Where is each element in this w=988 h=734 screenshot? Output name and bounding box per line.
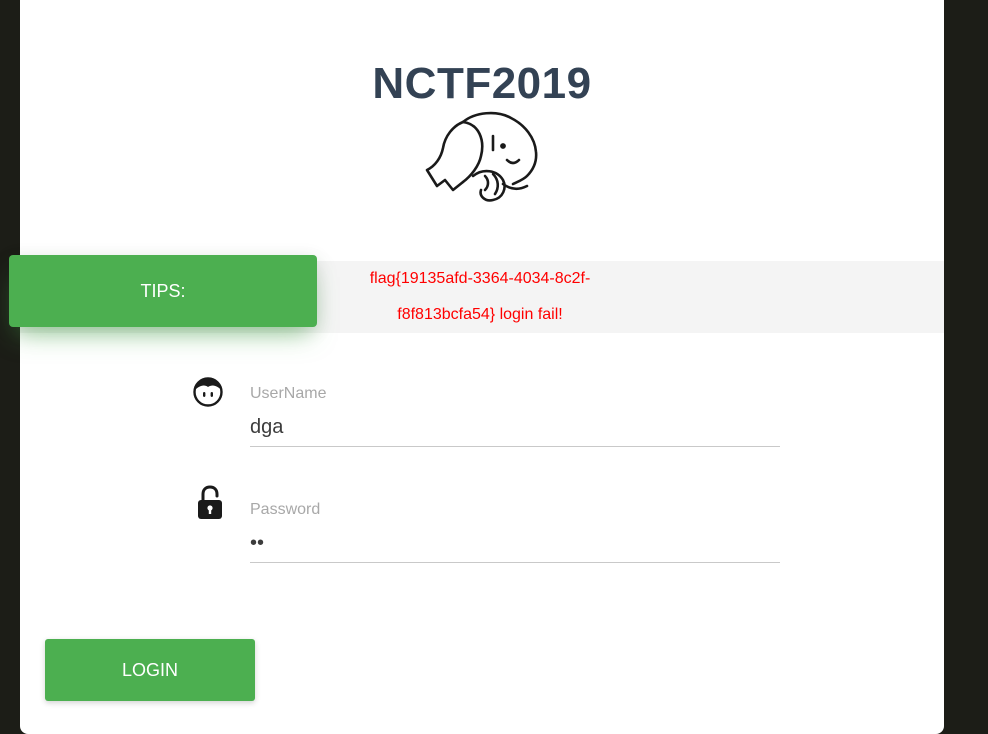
username-label: UserName [250,385,327,402]
unlocked-padlock-icon [198,485,222,519]
login-card: NCTF2019 flag{19135afd-3364-4034-8c2f- f… [20,0,944,734]
username-input[interactable] [250,408,780,447]
tips-badge: TIPS: [9,255,317,327]
tips-message-line-2: f8f813bcfa54} login fail! [397,306,563,323]
login-button[interactable]: LOGIN [45,639,255,701]
boy-face-icon [193,377,223,407]
password-input[interactable] [250,524,780,563]
elephant-icon [425,111,538,202]
tips-message: flag{19135afd-3364-4034-8c2f- f8f813bcfa… [320,261,640,333]
page-title: NCTF2019 [372,59,592,108]
password-label: Password [250,501,321,518]
tips-message-line-1: flag{19135afd-3364-4034-8c2f- [369,270,591,287]
